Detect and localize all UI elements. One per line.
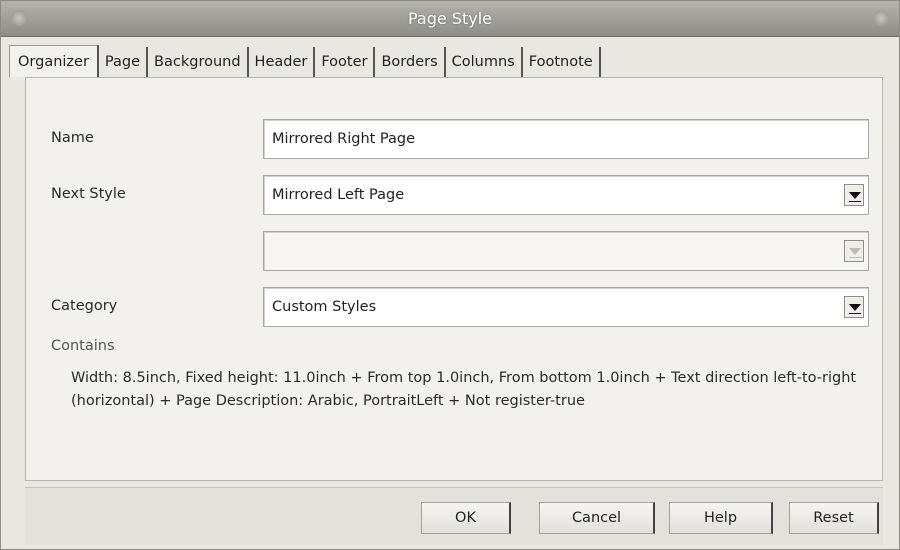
close-icon[interactable]: [873, 10, 889, 26]
tab-background[interactable]: Background: [148, 47, 249, 77]
button-bar: OK Cancel Help Reset: [25, 487, 883, 545]
category-label: Category: [51, 298, 118, 314]
tab-footnote[interactable]: Footnote: [522, 47, 601, 77]
cancel-button[interactable]: Cancel: [539, 502, 655, 534]
category-value: Custom Styles: [272, 299, 377, 315]
name-input[interactable]: Mirrored Right Page: [263, 119, 869, 159]
tab-organizer[interactable]: Organizer: [9, 45, 99, 77]
next-style-value: Mirrored Left Page: [272, 187, 405, 203]
chevron-down-icon: [849, 192, 861, 199]
page-style-dialog: Page Style Organizer Page Background Hea…: [0, 0, 900, 550]
contains-label: Contains: [51, 338, 115, 354]
linked-with-select: [263, 231, 869, 271]
category-select[interactable]: Custom Styles: [263, 287, 869, 327]
tab-borders[interactable]: Borders: [375, 47, 446, 77]
tab-columns[interactable]: Columns: [445, 47, 523, 77]
tab-bar: Organizer Page Background Header Footer …: [9, 45, 601, 77]
tab-footer[interactable]: Footer: [315, 47, 376, 77]
next-style-label: Next Style: [51, 186, 126, 202]
contains-description: Width: 8.5inch, Fixed height: 11.0inch +…: [71, 370, 857, 409]
chevron-down-icon: [849, 248, 861, 255]
tab-page[interactable]: Page: [98, 47, 149, 77]
help-button[interactable]: Help: [669, 502, 773, 534]
next-style-dropdown-button[interactable]: [844, 184, 864, 206]
name-label: Name: [51, 130, 94, 146]
next-style-select[interactable]: Mirrored Left Page: [263, 175, 869, 215]
window-title: Page Style: [407, 9, 492, 28]
tab-header[interactable]: Header: [248, 47, 316, 77]
ok-button[interactable]: OK: [421, 502, 511, 534]
title-bar: Page Style: [1, 1, 899, 37]
chevron-down-icon: [849, 304, 861, 311]
reset-button[interactable]: Reset: [789, 502, 879, 534]
category-dropdown-button[interactable]: [844, 296, 864, 318]
linked-with-dropdown-button: [844, 240, 864, 262]
